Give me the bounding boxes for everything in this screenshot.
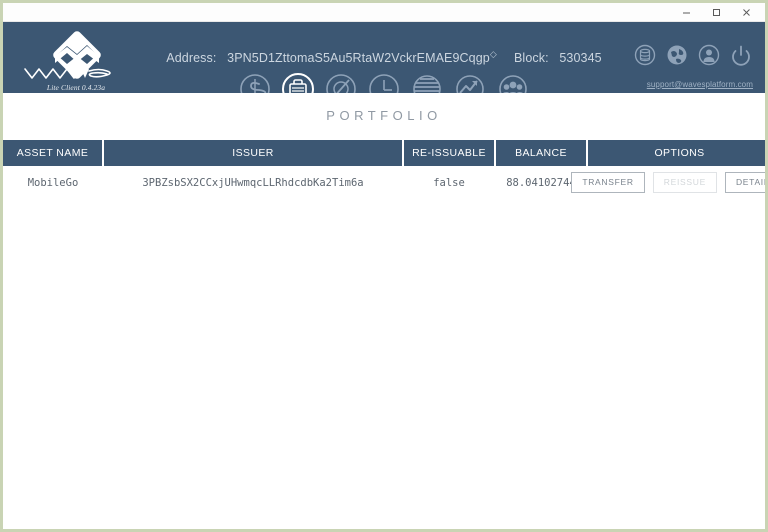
nav-item-chart[interactable]: [453, 72, 487, 93]
details-button[interactable]: DETAILS: [724, 172, 765, 193]
page-title: PORTFOLIO: [326, 108, 442, 123]
address-label: Address:: [166, 51, 217, 66]
block-value: 530345: [559, 51, 602, 66]
database-icon: [634, 44, 656, 71]
tool-logout-button[interactable]: [729, 45, 753, 69]
maximize-button[interactable]: [701, 4, 731, 21]
minimize-button[interactable]: [671, 4, 701, 21]
profile-icon: [698, 44, 720, 71]
table-row: MobileGo 3PBZsbSX2CCxjUHwmqcLLRhdcdbKa2T…: [3, 166, 765, 199]
column-header-issuer: ISSUER: [103, 140, 404, 166]
nav-item-portfolio[interactable]: [281, 72, 315, 93]
column-header-reissuable: RE-ISSUABLE: [403, 140, 496, 166]
column-header-asset-name: ASSET NAME: [3, 140, 104, 166]
title-bar: [3, 3, 765, 22]
address-value[interactable]: 3PN5D1ZttomaS5Au5RtaW2VckrEMAE9Cqgp: [227, 51, 490, 65]
chart-arrow-icon: [454, 73, 486, 93]
column-header-options: OPTIONS: [587, 140, 765, 166]
tool-profile-button[interactable]: [697, 44, 721, 71]
nav-item-exchange[interactable]: [324, 72, 358, 93]
cell-options: TRANSFER REISSUE DETAILS: [571, 166, 765, 199]
tool-network-button[interactable]: [665, 45, 689, 69]
nav-item-community[interactable]: [496, 72, 530, 93]
transfer-button[interactable]: TRANSFER: [571, 172, 645, 193]
column-header-balance: BALANCE: [495, 140, 588, 166]
people-group-icon: [497, 73, 529, 93]
globe-icon: [666, 44, 688, 71]
briefcase-icon: [281, 72, 315, 93]
address-copy-icon[interactable]: ◇: [490, 49, 497, 59]
close-button[interactable]: [731, 4, 761, 21]
cell-asset-name: MobileGo: [27, 176, 79, 189]
block-label: Block:: [514, 51, 549, 66]
wallet-dollar-icon: [239, 73, 271, 93]
nav-item-wallet[interactable]: [238, 72, 272, 93]
app-header: Lite Client 0.4.23a Address: 3PN5D1Zttom…: [3, 22, 765, 93]
clock-icon: [368, 73, 400, 93]
no-entry-slash-icon: [325, 73, 357, 93]
main-content: PORTFOLIO ASSET NAME ISSUER RE-ISSUABLE …: [3, 93, 765, 529]
support-email-link[interactable]: support@wavesplatform.com: [647, 80, 753, 89]
globe-striped-icon: [411, 73, 443, 93]
reissue-button: REISSUE: [652, 172, 717, 193]
app-window: Lite Client 0.4.23a Address: 3PN5D1Zttom…: [0, 0, 768, 532]
cell-reissuable: false: [433, 176, 465, 189]
table-header-row: ASSET NAME ISSUER RE-ISSUABLE BALANCE OP…: [3, 140, 765, 166]
power-icon: [730, 44, 752, 71]
nav-item-dex[interactable]: [410, 72, 444, 93]
cell-issuer: 3PBZsbSX2CCxjUHwmqcLLRhdcdbKa2Tim6a: [142, 176, 364, 189]
nav-item-history[interactable]: [367, 72, 401, 93]
portfolio-table: ASSET NAME ISSUER RE-ISSUABLE BALANCE OP…: [3, 140, 765, 199]
tool-node-button[interactable]: [633, 44, 657, 71]
header-tools: [633, 44, 753, 71]
